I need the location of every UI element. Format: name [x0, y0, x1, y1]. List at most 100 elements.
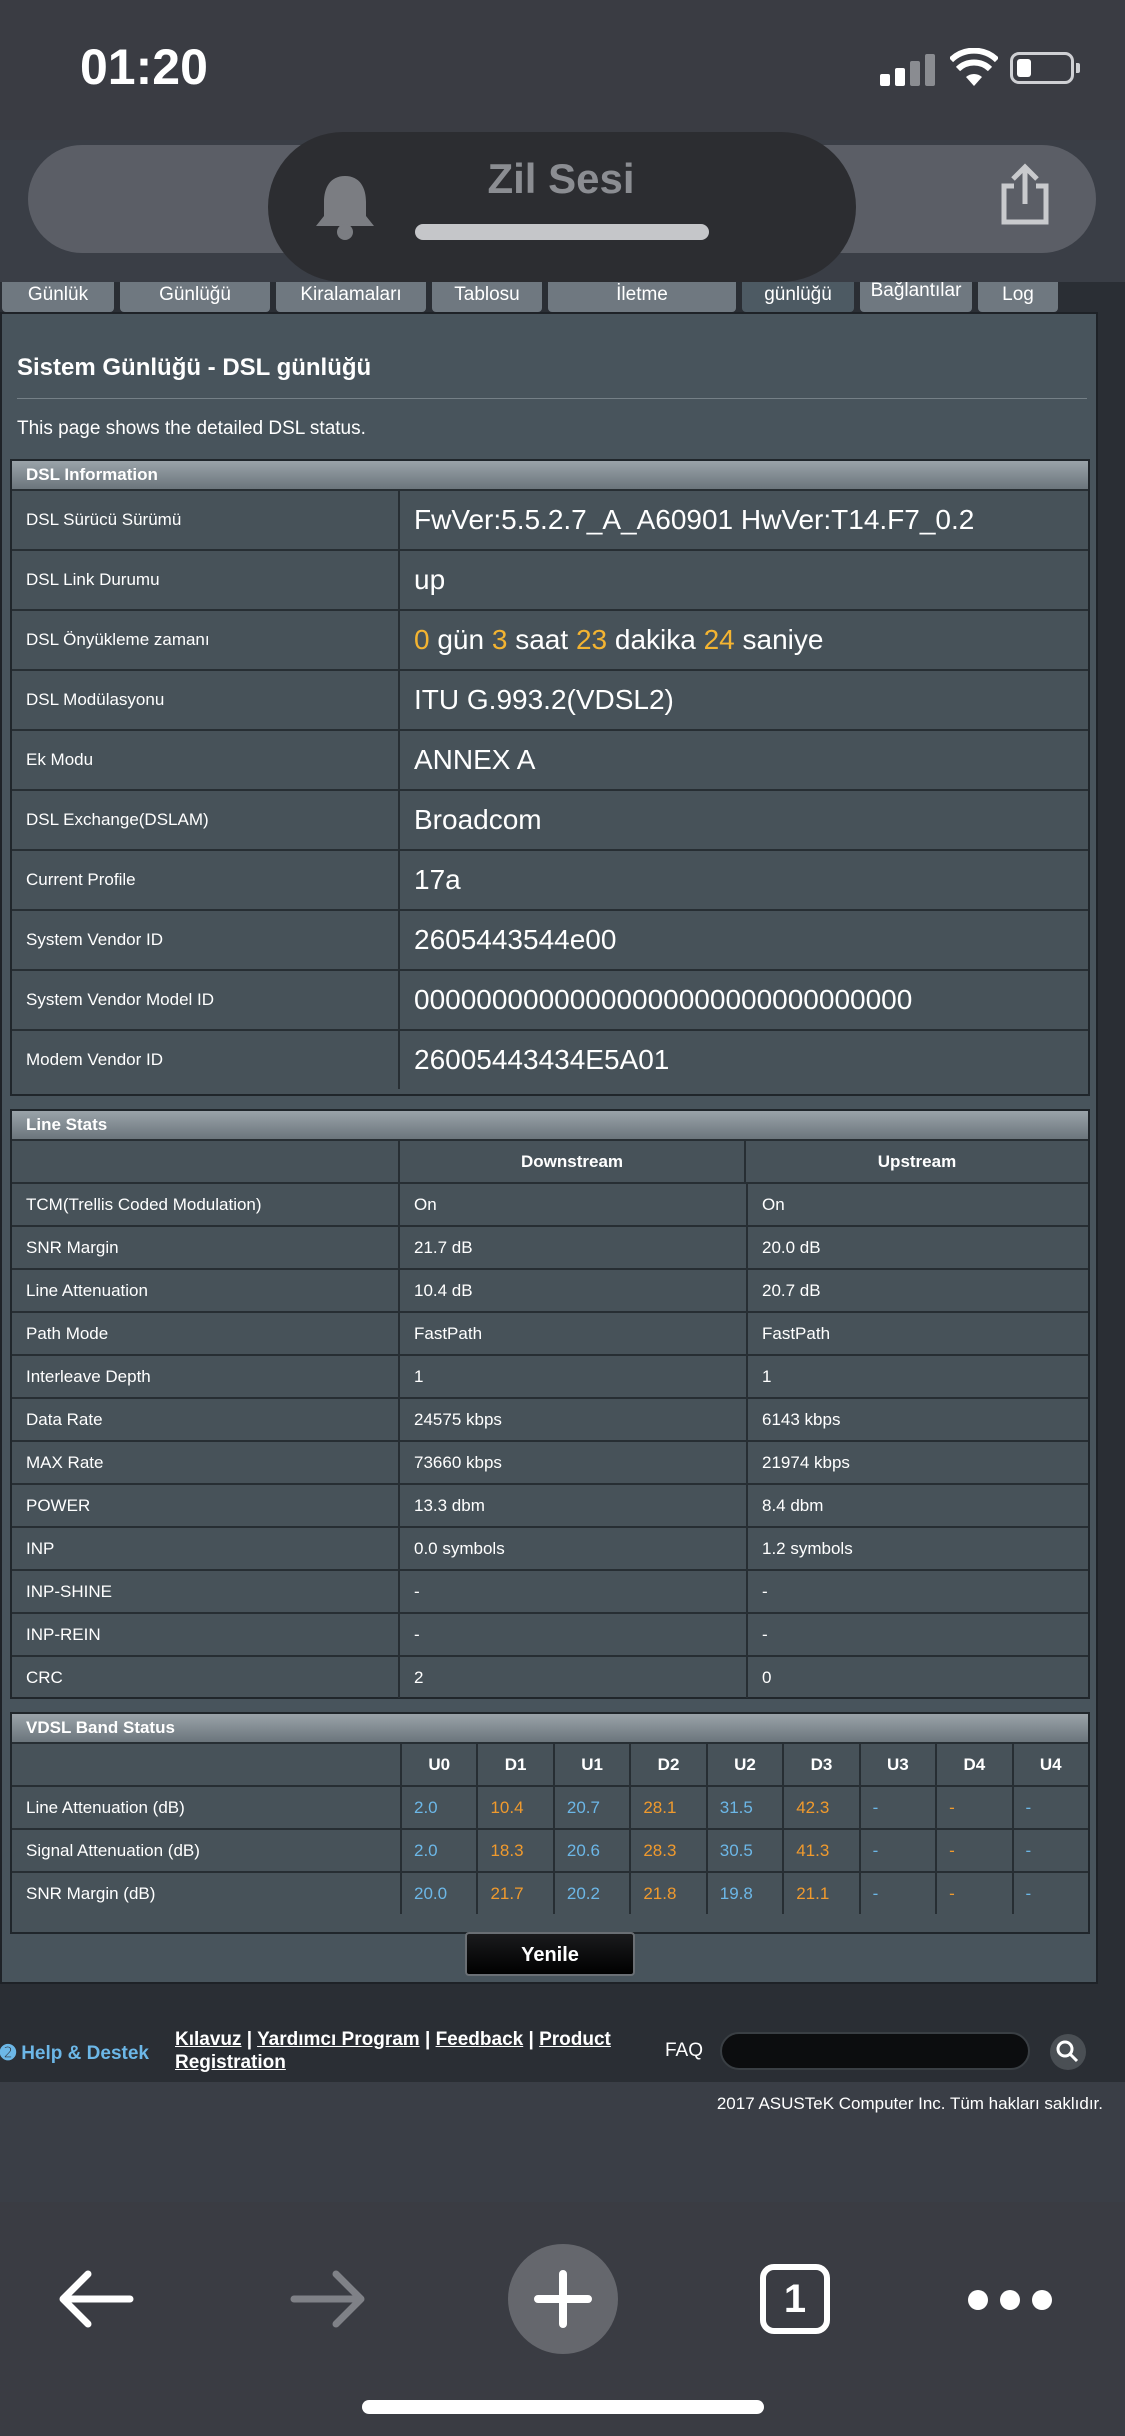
band-value-u2: 19.8 — [705, 1873, 782, 1914]
row-label: DSL Link Durumu — [12, 551, 400, 609]
downstream-value: 1 — [414, 1366, 424, 1386]
main-panel: Sistem Günlüğü - DSL günlüğü This page s… — [0, 312, 1098, 1984]
table-row: Interleave Depth 1 1 — [12, 1354, 1088, 1397]
faq-search-input[interactable] — [720, 2032, 1030, 2070]
minutes-unit: dakika — [614, 624, 696, 655]
band-value-d3: 41.3 — [782, 1830, 858, 1871]
tab-connections[interactable]: Bağlantılar — [860, 282, 972, 312]
page-description: This page shows the detailed DSL status. — [17, 418, 366, 439]
table-row: INP-SHINE - - — [12, 1569, 1088, 1612]
table-row: Current Profile 17a — [12, 849, 1088, 909]
band-header-u4: U4 — [1011, 1744, 1088, 1785]
row-label: DSL Exchange(DSLAM) — [12, 791, 400, 849]
band-value-u3: - — [858, 1830, 935, 1871]
table-row: DSL Exchange(DSLAM) Broadcom — [12, 789, 1088, 849]
row-value: ANNEX A — [414, 744, 536, 775]
table-row: TCM(Trellis Coded Modulation) On On — [12, 1182, 1088, 1225]
plus-icon — [534, 2270, 592, 2328]
tab-log[interactable]: Log — [978, 282, 1058, 312]
vdsl-band-section: VDSL Band Status U0 D1 U1 D2 U2 D3 U3 D4 U4 Line… — [10, 1712, 1090, 1934]
row-value: 17a — [414, 864, 461, 895]
help-label: Help & Destek — [21, 2043, 149, 2064]
volume-level-bar — [415, 224, 709, 240]
row-label: Line Attenuation (dB) — [26, 1797, 185, 1817]
router-page: Günlük Günlüğü Kiralamaları Tablosu İlet… — [0, 282, 1125, 2082]
row-label: MAX Rate — [12, 1442, 400, 1483]
divider — [17, 398, 1087, 399]
uptime-hours: 3 — [491, 624, 508, 655]
downstream-value: 2 — [414, 1667, 424, 1687]
band-value-u3: - — [858, 1873, 935, 1914]
table-row: INP-REIN - - — [12, 1612, 1088, 1655]
back-arrow-icon[interactable] — [58, 2268, 134, 2330]
band-header-u1: U1 — [552, 1744, 629, 1785]
band-value-u2: 31.5 — [705, 1787, 782, 1828]
downstream-value: 24575 kbps — [414, 1409, 502, 1429]
faq-label: FAQ — [665, 2040, 704, 2061]
table-row: Line Attenuation (dB) 2.0 10.4 20.7 28.1 31.… — [12, 1785, 1088, 1828]
col-downstream: Downstream — [400, 1141, 746, 1182]
row-label: Ek Modu — [12, 731, 400, 789]
link-feedback[interactable]: Feedback — [436, 2029, 524, 2050]
band-value-u0: 20.0 — [400, 1873, 476, 1914]
band-header-u0: U0 — [400, 1744, 476, 1785]
row-label: DSL Modülasyonu — [12, 671, 400, 729]
row-label: Data Rate — [12, 1399, 400, 1440]
table-row: INP 0.0 symbols 1.2 symbols — [12, 1526, 1088, 1569]
band-value-u2: 30.5 — [705, 1830, 782, 1871]
band-value-d2: 28.1 — [629, 1787, 705, 1828]
row-label: TCM(Trellis Coded Modulation) — [12, 1184, 400, 1225]
page-title: Sistem Günlüğü - DSL günlüğü — [17, 354, 372, 381]
tab-routing-table[interactable]: Tablosu — [432, 282, 542, 312]
hours-unit: saat — [515, 624, 569, 655]
row-value: FwVer:5.5.2.7_A_A60901 HwVer:T14.F7_0.2 — [414, 504, 975, 535]
forward-arrow-icon[interactable] — [290, 2268, 366, 2330]
band-value-d1: 10.4 — [476, 1787, 552, 1828]
table-row: DSL Sürücü Sürümü FwVer:5.5.2.7_A_A60901 … — [12, 489, 1088, 549]
days-unit: gün — [437, 624, 485, 655]
row-label: Modem Vendor ID — [12, 1031, 400, 1089]
table-row: System Vendor Model ID 000000000000000000… — [12, 969, 1088, 1029]
table-row: Line Attenuation 10.4 dB 20.7 dB — [12, 1268, 1088, 1311]
line-stats-section: Line Stats Downstream Upstream TCM(Trell… — [10, 1109, 1090, 1699]
tab-port-forwarding[interactable]: İletme — [548, 282, 736, 312]
link-utility[interactable]: Yardımcı Program — [257, 2029, 420, 2050]
downstream-value: 10.4 dB — [414, 1280, 473, 1300]
refresh-button[interactable]: Yenile — [465, 1932, 635, 1976]
upstream-value: FastPath — [746, 1313, 1088, 1354]
more-options-icon[interactable] — [968, 2290, 1052, 2310]
tabs-button[interactable]: 1 — [760, 2264, 830, 2334]
downstream-value: FastPath — [414, 1323, 483, 1343]
tab-general-log[interactable]: Günlük — [2, 282, 114, 312]
row-label: System Vendor Model ID — [12, 971, 400, 1029]
table-row: SNR Margin (dB) 20.0 21.7 20.2 21.8 19.8 21.1… — [12, 1871, 1088, 1914]
table-header-row: Downstream Upstream — [12, 1139, 1088, 1182]
table-row: DSL Modülasyonu ITU G.993.2(VDSL2) — [12, 669, 1088, 729]
section-header: VDSL Band Status — [12, 1714, 1088, 1742]
upstream-value: 6143 kbps — [746, 1399, 1088, 1440]
row-label: INP — [12, 1528, 400, 1569]
tab-wireless-log[interactable]: Günlüğü — [120, 282, 270, 312]
ringer-title: Zil Sesi — [487, 155, 635, 202]
band-value-u1: 20.7 — [552, 1787, 629, 1828]
table-row: SNR Margin 21.7 dB 20.0 dB — [12, 1225, 1088, 1268]
new-tab-button[interactable] — [508, 2244, 618, 2354]
row-label: Signal Attenuation (dB) — [26, 1840, 200, 1860]
row-value: ITU G.993.2(VDSL2) — [414, 684, 674, 715]
share-icon[interactable] — [990, 160, 1060, 230]
tab-dsl-log[interactable]: günlüğü — [742, 282, 854, 312]
wifi-icon — [950, 48, 998, 86]
table-row: System Vendor ID 2605443544e00 — [12, 909, 1088, 969]
downstream-value: 13.3 dbm — [414, 1495, 485, 1515]
status-bar: 01:20 — [0, 0, 1125, 140]
tab-dhcp-leases[interactable]: Kiralamaları — [276, 282, 426, 312]
table-row: DSL Önyükleme zamanı 0 gün 3 saat 23 dak… — [12, 609, 1088, 669]
help-support-link[interactable]: ➋ Help & Destek — [0, 2042, 149, 2065]
link-manual[interactable]: Kılavuz — [175, 2029, 242, 2050]
downstream-value: 73660 kbps — [414, 1452, 502, 1472]
upstream-value: 1 — [746, 1356, 1088, 1397]
upstream-value: 0 — [746, 1657, 1088, 1698]
faq-search-button[interactable] — [1050, 2034, 1086, 2070]
bell-icon — [316, 176, 374, 240]
band-header-d1: D1 — [476, 1744, 552, 1785]
